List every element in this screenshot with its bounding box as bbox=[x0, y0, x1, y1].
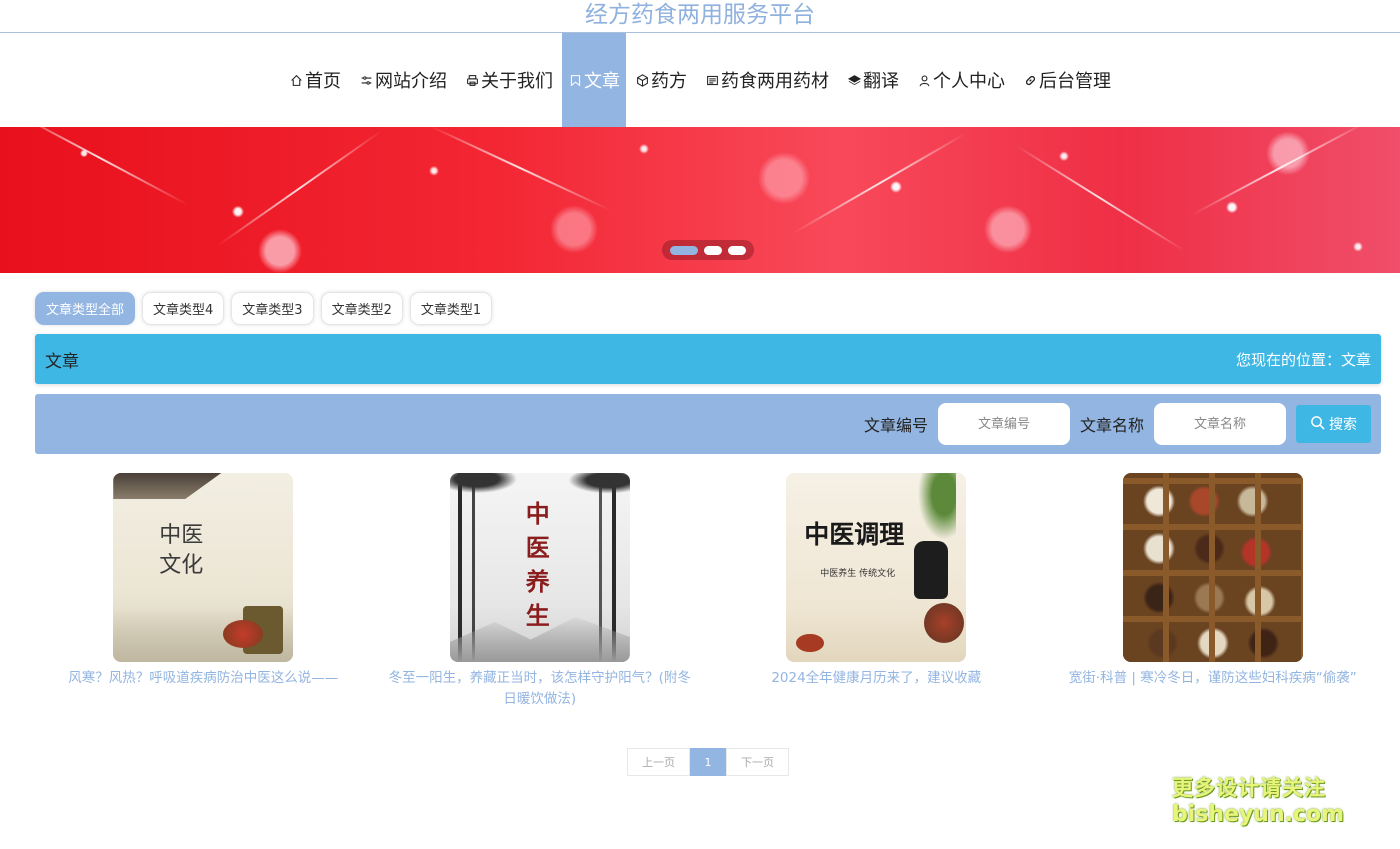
article-image-text: 中医养生 bbox=[525, 499, 550, 630]
article-title[interactable]: 冬至一阳生，养藏正当时，该怎样守护阳气？(附冬日暖饮做法) bbox=[385, 668, 695, 710]
nav-item-prescriptions[interactable]: 药方 bbox=[626, 33, 696, 127]
article-id-input[interactable] bbox=[937, 403, 1070, 445]
pagination: 上一页 1 下一页 bbox=[627, 748, 789, 776]
search-button-label: 搜索 bbox=[1329, 417, 1357, 433]
nav-label: 翻译 bbox=[863, 71, 899, 92]
link-icon bbox=[1023, 73, 1038, 88]
type-filter-1[interactable]: 文章类型1 bbox=[409, 292, 493, 325]
nav-label: 后台管理 bbox=[1039, 71, 1111, 92]
article-grid: 中医文化 风寒？风热？呼吸道疾病防治中医这么说—— 中医养生 冬至一阳生，养藏正… bbox=[35, 473, 1381, 710]
search-bar: 文章编号 文章名称 搜索 bbox=[35, 394, 1381, 454]
type-filter-4[interactable]: 文章类型4 bbox=[142, 292, 225, 325]
printer-icon bbox=[465, 73, 480, 88]
sparkle bbox=[1014, 144, 1186, 252]
sparkle bbox=[11, 127, 189, 206]
type-filter: 文章类型全部 文章类型4 文章类型3 文章类型2 文章类型1 bbox=[35, 292, 1381, 325]
sparkle bbox=[217, 129, 383, 247]
article-image-subtext: 中医养生 传统文化 bbox=[820, 569, 896, 579]
page-number-button[interactable]: 1 bbox=[690, 748, 726, 776]
article-card[interactable]: 中医调理 中医养生 传统文化 2024全年健康月历来了，建议收藏 bbox=[708, 473, 1045, 710]
prev-page-button[interactable]: 上一页 bbox=[627, 748, 690, 776]
carousel-dot[interactable] bbox=[704, 245, 722, 255]
article-name-label: 文章名称 bbox=[1079, 416, 1144, 435]
nav-label: 药食两用药材 bbox=[721, 71, 829, 92]
nav-item-about[interactable]: 关于我们 bbox=[456, 33, 562, 127]
sparkle bbox=[1191, 127, 1369, 216]
nav-item-intro[interactable]: 网站介绍 bbox=[350, 33, 456, 127]
article-card[interactable]: 宽街·科普 | 寒冷冬日，谨防这些妇科疾病“偷袭” bbox=[1045, 473, 1382, 710]
article-image[interactable]: 中医调理 中医养生 传统文化 bbox=[786, 473, 967, 662]
site-title: 经方药食两用服务平台 bbox=[0, 0, 1400, 33]
sliders-icon bbox=[359, 73, 374, 88]
main-nav: 首页 网站介绍 关于我们 文章 药方 药食两用药材 翻译 个人中心 后台管理 bbox=[0, 33, 1400, 127]
user-icon bbox=[917, 73, 932, 88]
nav-label: 网站介绍 bbox=[375, 71, 447, 92]
nav-item-herbs[interactable]: 药食两用药材 bbox=[696, 33, 838, 127]
watermark-line2: bisheyun.com bbox=[1172, 802, 1345, 827]
carousel-dot[interactable] bbox=[670, 245, 698, 255]
nav-item-translate[interactable]: 翻译 bbox=[838, 33, 908, 127]
article-image[interactable] bbox=[1122, 473, 1303, 662]
section-title: 文章 bbox=[45, 351, 79, 372]
article-title[interactable]: 风寒？风热？呼吸道疾病防治中医这么说—— bbox=[48, 668, 358, 689]
nav-item-admin[interactable]: 后台管理 bbox=[1014, 33, 1120, 127]
nav-item-home[interactable]: 首页 bbox=[280, 33, 350, 127]
breadcrumb: 您现在的位置：文章 bbox=[1235, 350, 1371, 369]
type-filter-2[interactable]: 文章类型2 bbox=[320, 292, 403, 325]
nav-label: 药方 bbox=[651, 71, 687, 92]
main-content: 文章类型全部 文章类型4 文章类型3 文章类型2 文章类型1 文章 您现在的位置… bbox=[0, 292, 1400, 710]
newspaper-icon bbox=[705, 73, 720, 88]
article-name-input[interactable] bbox=[1154, 403, 1286, 445]
nav-label: 关于我们 bbox=[481, 71, 553, 92]
article-image[interactable]: 中医养生 bbox=[449, 473, 630, 662]
nav-label: 个人中心 bbox=[933, 71, 1005, 92]
sparkle bbox=[428, 127, 612, 212]
sparkle bbox=[792, 132, 968, 234]
layers-icon bbox=[847, 73, 862, 88]
carousel-dot[interactable] bbox=[728, 245, 746, 255]
banner-carousel[interactable] bbox=[0, 127, 1400, 273]
article-card[interactable]: 中医文化 风寒？风热？呼吸道疾病防治中医这么说—— bbox=[35, 473, 372, 710]
type-filter-all[interactable]: 文章类型全部 bbox=[35, 292, 136, 325]
carousel-indicators bbox=[662, 240, 754, 260]
watermark-line1: 更多设计请关注 bbox=[1172, 776, 1326, 800]
section-header: 文章 您现在的位置：文章 bbox=[35, 334, 1381, 384]
watermark: 更多设计请关注 bisheyun.com bbox=[1172, 772, 1345, 828]
article-card[interactable]: 中医养生 冬至一阳生，养藏正当时，该怎样守护阳气？(附冬日暖饮做法) bbox=[372, 473, 709, 710]
article-title[interactable]: 宽街·科普 | 寒冷冬日，谨防这些妇科疾病“偷袭” bbox=[1058, 668, 1368, 689]
nav-item-profile[interactable]: 个人中心 bbox=[908, 33, 1014, 127]
article-image-text: 中医文化 bbox=[159, 523, 204, 578]
cube-icon bbox=[635, 73, 650, 88]
article-id-label: 文章编号 bbox=[863, 416, 928, 435]
next-page-button[interactable]: 下一页 bbox=[726, 748, 789, 776]
article-image[interactable]: 中医文化 bbox=[113, 473, 294, 662]
bookmark-icon bbox=[568, 73, 583, 88]
article-image-text: 中医调理 bbox=[804, 520, 905, 549]
nav-item-articles[interactable]: 文章 bbox=[562, 33, 626, 127]
article-title[interactable]: 2024全年健康月历来了，建议收藏 bbox=[721, 668, 1031, 689]
type-filter-3[interactable]: 文章类型3 bbox=[231, 292, 314, 325]
home-icon bbox=[289, 73, 304, 88]
search-icon bbox=[1310, 415, 1325, 434]
nav-label: 首页 bbox=[305, 71, 341, 92]
nav-label: 文章 bbox=[584, 71, 620, 92]
search-button[interactable]: 搜索 bbox=[1296, 405, 1371, 443]
